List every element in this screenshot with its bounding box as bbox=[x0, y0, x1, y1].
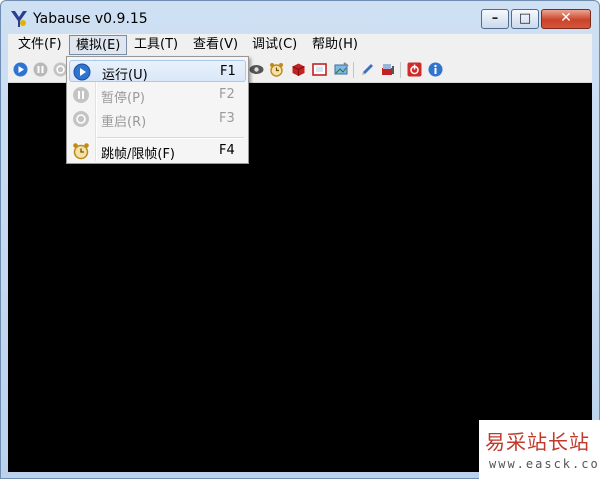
menu-file[interactable]: 文件(F) bbox=[12, 35, 68, 55]
pause-icon bbox=[73, 87, 89, 103]
toolbar-separator bbox=[353, 62, 354, 78]
fullscreen-icon[interactable] bbox=[312, 62, 327, 77]
reset-icon bbox=[73, 111, 89, 127]
menu-item-pause[interactable]: 暂停(P) F2 bbox=[69, 84, 246, 106]
menu-item-reset[interactable]: 重启(R) F3 bbox=[69, 108, 246, 130]
menu-item-shortcut: F2 bbox=[219, 87, 235, 102]
menu-item-label: 暂停(P) bbox=[101, 91, 145, 106]
pencil-icon[interactable] bbox=[360, 62, 375, 77]
menu-bar: 文件(F) 模拟(E) 工具(T) 查看(V) 调试(C) 帮助(H) bbox=[8, 34, 592, 57]
menu-item-shortcut: F4 bbox=[219, 143, 235, 158]
watermark-text: 易采站长站 bbox=[485, 430, 590, 454]
run-icon[interactable] bbox=[13, 62, 28, 77]
maximize-icon: □ bbox=[518, 11, 532, 26]
close-button[interactable]: ✕ bbox=[541, 9, 591, 29]
menu-item-frameskip[interactable]: 跳帧/限帧(F) F4 bbox=[69, 140, 246, 162]
red-cube-icon[interactable] bbox=[291, 62, 306, 77]
menu-item-label: 重启(R) bbox=[101, 115, 147, 130]
menu-view[interactable]: 查看(V) bbox=[187, 35, 244, 55]
close-icon: ✕ bbox=[560, 10, 572, 26]
title-bar[interactable]: Yabause v0.9.15 – □ ✕ bbox=[1, 1, 599, 33]
menu-help[interactable]: 帮助(H) bbox=[306, 35, 364, 55]
window-title: Yabause v0.9.15 bbox=[33, 11, 148, 27]
minimize-icon: – bbox=[491, 11, 499, 26]
yabause-logo-icon bbox=[11, 11, 27, 27]
brush-icon[interactable] bbox=[380, 62, 395, 77]
menu-item-shortcut: F3 bbox=[219, 111, 235, 126]
watermark: 易采站长站 www.easck.com bbox=[479, 420, 600, 479]
maximize-button[interactable]: □ bbox=[511, 9, 539, 29]
run-icon bbox=[73, 63, 91, 81]
minimize-button[interactable]: – bbox=[481, 9, 509, 29]
info-icon[interactable] bbox=[428, 62, 443, 77]
menu-item-label: 运行(U) bbox=[102, 68, 148, 83]
toolbar-separator bbox=[400, 62, 401, 78]
menu-tools[interactable]: 工具(T) bbox=[128, 35, 184, 55]
menu-emulation[interactable]: 模拟(E) bbox=[69, 35, 128, 55]
alarm-clock-icon bbox=[73, 143, 89, 160]
power-icon[interactable] bbox=[407, 62, 422, 77]
menu-item-label: 跳帧/限帧(F) bbox=[101, 147, 176, 162]
alarm-clock-icon[interactable] bbox=[269, 62, 284, 77]
menu-debug[interactable]: 调试(C) bbox=[246, 35, 303, 55]
screenshot-icon[interactable] bbox=[334, 62, 349, 77]
menu-item-shortcut: F1 bbox=[220, 64, 236, 79]
pause-icon[interactable] bbox=[33, 62, 48, 77]
watermark-url: www.easck.com bbox=[489, 457, 600, 471]
menu-item-run[interactable]: 运行(U) F1 bbox=[69, 60, 246, 83]
menu-separator bbox=[97, 137, 244, 139]
emulation-dropdown-menu: 运行(U) F1 暂停(P) F2 重启(R) F3 跳帧/限帧(F) F4 bbox=[66, 56, 249, 164]
eye-icon[interactable] bbox=[249, 62, 264, 77]
